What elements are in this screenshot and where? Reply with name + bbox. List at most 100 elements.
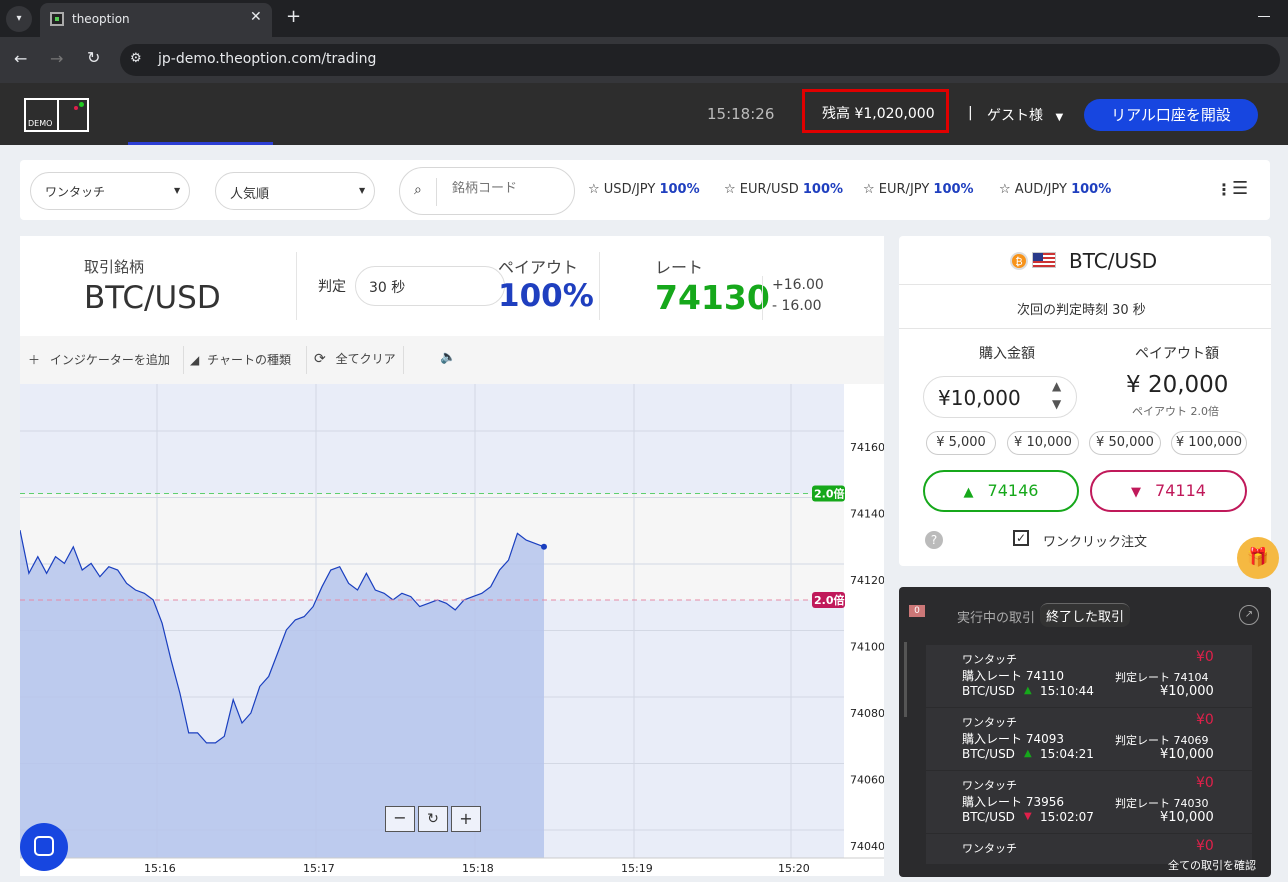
zoom-out-button[interactable]: −: [385, 806, 415, 832]
tab-closed-trades[interactable]: 終了した取引: [1040, 603, 1131, 627]
trade-item[interactable]: ワンタッチ ¥0 購入レート 74110 判定レート 74104 BTC/USD…: [926, 645, 1252, 707]
chart-panel: 取引銘柄 BTC/USD 判定 30 秒 ペイアウト 100% レート 7413…: [20, 236, 884, 876]
trades-panel: 0 実行中の取引 終了した取引 ↗ ワンタッチ ¥0 購入レート 74110 判…: [899, 587, 1271, 877]
url-field[interactable]: ⚙ jp-demo.theoption.com/trading: [120, 44, 1280, 76]
site-info-icon[interactable]: ⚙: [130, 51, 142, 66]
pair-name: EUR/USD: [739, 182, 799, 197]
favorite-pair-eurjpy[interactable]: ☆ EUR/JPY 100%: [863, 182, 974, 197]
payout-amount-label: ペイアウト額: [1135, 346, 1219, 362]
y-tick-label: 74060: [850, 774, 884, 787]
star-icon: ☆: [588, 182, 600, 197]
sound-icon[interactable]: 🔈: [440, 350, 456, 365]
tab-title: theoption: [72, 12, 130, 26]
order-panel: ₿ BTC/USD 次回の判定時刻 30 秒 購入金額 ペイアウト額 ¥10,0…: [899, 236, 1271, 566]
forward-icon[interactable]: →: [50, 49, 63, 68]
rate-label: レート: [655, 258, 704, 277]
pair-name: USD/JPY: [603, 182, 656, 197]
payout-multiplier: ペイアウト 2.0倍: [1132, 405, 1219, 418]
see-all-trades-link[interactable]: 全ての取引を確認: [1168, 857, 1256, 873]
chart-type-button[interactable]: ◢ チャートの種類: [190, 351, 291, 368]
pair-name: EUR/JPY: [878, 182, 930, 197]
amount-chip-10000[interactable]: ¥ 10,000: [1007, 431, 1079, 455]
trade-buy-rate: 購入レート 74093: [962, 732, 1064, 746]
pair-payout: 100%: [802, 182, 844, 197]
search-box[interactable]: ⌕: [399, 167, 575, 215]
amount-chip-100000[interactable]: ¥ 100,000: [1171, 431, 1247, 455]
clear-all-button[interactable]: ⟳ 全てクリア: [314, 350, 396, 367]
mode-select[interactable]: ワンタッチ ▼: [30, 172, 190, 210]
add-indicator-button[interactable]: ＋ インジケーターを追加: [28, 351, 170, 368]
browser-tab[interactable]: theoption ✕: [40, 3, 272, 37]
help-icon[interactable]: ?: [925, 531, 943, 549]
x-tick-label: 15:17: [303, 862, 335, 875]
refresh-icon: ⟳: [314, 351, 326, 367]
trade-judge-rate: 判定レート 74104: [1115, 671, 1209, 684]
favorite-pair-eurusd[interactable]: ☆ EUR/USD 100%: [724, 182, 843, 197]
judge-time-value: 30 秒: [369, 280, 406, 296]
hamburger-menu-icon[interactable]: ☰: [1232, 178, 1248, 199]
y-tick-label: 74120: [850, 574, 884, 587]
reload-icon[interactable]: ↻: [87, 48, 100, 67]
tab-search-button[interactable]: ▾: [6, 6, 32, 32]
user-menu[interactable]: ゲスト様 ▼: [987, 105, 1063, 125]
chat-button[interactable]: [20, 823, 68, 871]
minimize-icon[interactable]: [1258, 16, 1270, 17]
select-arrow-icon: ▼: [174, 186, 181, 195]
down-arrow-icon: ▼: [1131, 485, 1142, 500]
x-tick-label: 15:20: [778, 862, 810, 875]
zoom-in-button[interactable]: +: [451, 806, 481, 832]
favorite-pair-usdjpy[interactable]: ☆ USD/JPY 100%: [588, 182, 700, 197]
x-tick-label: 15:18: [462, 862, 494, 875]
trade-type: ワンタッチ: [962, 842, 1017, 855]
more-menu-icon[interactable]: ⋮: [1216, 180, 1232, 199]
back-icon[interactable]: ←: [14, 49, 27, 68]
favorite-pair-audjpy[interactable]: ☆ AUD/JPY 100%: [999, 182, 1111, 197]
open-account-button[interactable]: リアル口座を開設: [1084, 99, 1258, 131]
trade-amount: ¥10,000: [1160, 810, 1214, 825]
logo[interactable]: DEMO: [24, 98, 89, 132]
amount-chip-5000[interactable]: ¥ 5,000: [926, 431, 996, 455]
tab-active-trades[interactable]: 実行中の取引: [957, 607, 1035, 626]
trade-type: ワンタッチ: [962, 716, 1017, 729]
gift-button[interactable]: 🎁: [1237, 537, 1279, 579]
decrement-icon[interactable]: ▼: [1052, 397, 1061, 411]
browser-tab-bar: ▾ theoption ✕ +: [0, 0, 1288, 37]
up-arrow-icon: ▲: [963, 485, 974, 500]
high-button[interactable]: ▲ 74146: [923, 470, 1079, 512]
instrument-label: 取引銘柄: [84, 258, 145, 276]
rate-upper-diff: +16.00: [772, 277, 824, 293]
trade-item[interactable]: ワンタッチ ¥0 購入レート 73956 判定レート 74030 BTC/USD…: [926, 771, 1252, 833]
add-indicator-label: インジケーターを追加: [49, 353, 170, 367]
increment-icon[interactable]: ▲: [1052, 379, 1061, 393]
one-click-checkbox[interactable]: ✓: [1013, 530, 1029, 546]
address-bar: ← → ↻ ⚙ jp-demo.theoption.com/trading: [0, 37, 1288, 83]
pair-payout: 100%: [1071, 182, 1112, 197]
header-separator: |: [968, 105, 973, 121]
tab-close-icon[interactable]: ✕: [250, 9, 262, 25]
star-icon: ☆: [999, 182, 1011, 197]
scrollbar[interactable]: [904, 642, 907, 717]
price-chart[interactable]: 74160 74140 74120 74100 74080 74060 74040 2.0倍 2…: [20, 384, 884, 876]
trade-pair: BTC/USD: [962, 684, 1015, 698]
amount-stepper[interactable]: ¥10,000 ▲ ▼: [923, 376, 1077, 418]
y-tick-label: 74140: [850, 508, 884, 521]
trade-judge-rate: 判定レート 74030: [1115, 797, 1209, 810]
judge-time-select[interactable]: 30 秒: [355, 266, 505, 306]
amount-chip-50000[interactable]: ¥ 50,000: [1089, 431, 1161, 455]
zoom-controls: − ↻ +: [385, 806, 481, 832]
trade-up-icon: ▲: [1024, 685, 1032, 696]
star-icon: ☆: [863, 182, 875, 197]
new-tab-icon[interactable]: +: [286, 6, 301, 27]
external-link-icon[interactable]: ↗: [1239, 605, 1259, 625]
order-pair: BTC/USD: [1069, 249, 1158, 273]
zoom-reset-button[interactable]: ↻: [418, 806, 448, 832]
sort-select[interactable]: 人気順 ▼: [215, 172, 375, 210]
search-input[interactable]: [452, 181, 562, 196]
trade-item[interactable]: ワンタッチ ¥0 購入レート 74093 判定レート 74069 BTC/USD…: [926, 708, 1252, 770]
active-nav-indicator: [128, 142, 273, 145]
trade-buy-rate: 購入レート 74110: [962, 669, 1064, 683]
low-button[interactable]: ▼ 74114: [1090, 470, 1247, 512]
trade-time: 15:02:07: [1040, 810, 1094, 824]
trade-up-icon: ▲: [1024, 748, 1032, 759]
select-arrow-icon: ▼: [359, 186, 366, 195]
